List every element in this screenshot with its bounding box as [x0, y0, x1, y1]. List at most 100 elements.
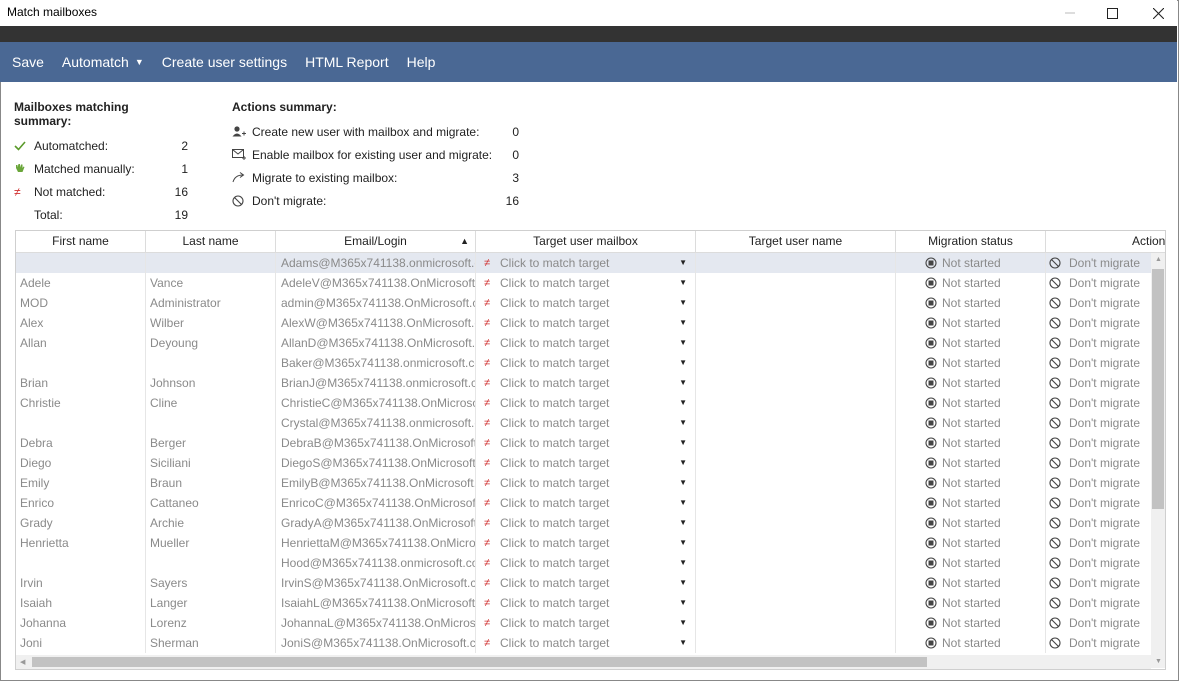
dropdown-arrow-icon[interactable]: ▼ [679, 333, 687, 353]
table-row[interactable]: MOD Administrator admin@M365x741138.OnMicr… [16, 293, 1151, 313]
target-mailbox-dropdown[interactable]: ≠ Click to match target ▼ [476, 533, 696, 553]
target-mailbox-dropdown[interactable]: ≠ Click to match target ▼ [476, 313, 696, 333]
target-mailbox-dropdown[interactable]: ≠ Click to match target ▼ [476, 413, 696, 433]
maximize-button[interactable] [1089, 0, 1135, 26]
column-header-email[interactable]: Email/Login ▲ [276, 231, 476, 252]
target-mailbox-dropdown[interactable]: ≠ Click to match target ▼ [476, 613, 696, 633]
horizontal-scroll-thumb[interactable] [32, 657, 927, 667]
action-cell[interactable]: Don't migrate [1046, 493, 1151, 513]
target-mailbox-dropdown[interactable]: ≠ Click to match target ▼ [476, 433, 696, 453]
column-header-target-name[interactable]: Target user name [696, 231, 896, 252]
target-mailbox-dropdown[interactable]: ≠ Click to match target ▼ [476, 593, 696, 613]
minimize-button[interactable] [1047, 0, 1093, 26]
action-cell[interactable]: Don't migrate [1046, 633, 1151, 653]
action-cell[interactable]: Don't migrate [1046, 313, 1151, 333]
dropdown-arrow-icon[interactable]: ▼ [679, 553, 687, 573]
save-menu[interactable]: Save [12, 54, 44, 70]
create-user-settings-menu[interactable]: Create user settings [162, 54, 287, 70]
table-row[interactable]: Crystal@M365x741138.onmicrosoft.com ≠ Clic… [16, 413, 1151, 433]
automatch-menu[interactable]: Automatch ▼ [62, 54, 144, 70]
table-row[interactable]: Christie Cline ChristieC@M365x741138.OnMic… [16, 393, 1151, 413]
dropdown-arrow-icon[interactable]: ▼ [679, 513, 687, 533]
table-row[interactable]: Grady Archie GradyA@M365x741138.OnMicrosof… [16, 513, 1151, 533]
target-mailbox-dropdown[interactable]: ≠ Click to match target ▼ [476, 293, 696, 313]
table-row[interactable]: Allan Deyoung AllanD@M365x741138.OnMicroso… [16, 333, 1151, 353]
dropdown-arrow-icon[interactable]: ▼ [679, 613, 687, 633]
action-cell[interactable]: Don't migrate [1046, 473, 1151, 493]
dropdown-arrow-icon[interactable]: ▼ [679, 533, 687, 553]
table-row[interactable]: Johanna Lorenz JohannaL@M365x741138.OnMicr… [16, 613, 1151, 633]
target-mailbox-dropdown[interactable]: ≠ Click to match target ▼ [476, 253, 696, 273]
table-row[interactable]: Emily Braun EmilyB@M365x741138.OnMicrosoft… [16, 473, 1151, 493]
target-mailbox-dropdown[interactable]: ≠ Click to match target ▼ [476, 573, 696, 593]
target-mailbox-dropdown[interactable]: ≠ Click to match target ▼ [476, 453, 696, 473]
table-row[interactable]: Debra Berger DebraB@M365x741138.OnMicrosof… [16, 433, 1151, 453]
horizontal-scrollbar[interactable]: ◀ [16, 655, 1151, 669]
action-cell[interactable]: Don't migrate [1046, 433, 1151, 453]
dropdown-arrow-icon[interactable]: ▼ [679, 433, 687, 453]
dropdown-arrow-icon[interactable]: ▼ [679, 273, 687, 293]
table-row[interactable]: Joni Sherman JoniS@M365x741138.OnMicrosoft… [16, 633, 1151, 653]
action-cell[interactable]: Don't migrate [1046, 553, 1151, 573]
table-row[interactable]: Adams@M365x741138.onmicrosoft.com ≠ Click … [16, 253, 1151, 273]
target-mailbox-dropdown[interactable]: ≠ Click to match target ▼ [476, 333, 696, 353]
dropdown-arrow-icon[interactable]: ▼ [679, 293, 687, 313]
action-cell[interactable]: Don't migrate [1046, 573, 1151, 593]
table-row[interactable]: Hood@M365x741138.onmicrosoft.com ≠ Click t… [16, 553, 1151, 573]
target-mailbox-dropdown[interactable]: ≠ Click to match target ▼ [476, 473, 696, 493]
vertical-scroll-thumb[interactable] [1152, 269, 1164, 509]
column-header-last-name[interactable]: Last name [146, 231, 276, 252]
action-cell[interactable]: Don't migrate [1046, 373, 1151, 393]
action-cell[interactable]: Don't migrate [1046, 513, 1151, 533]
action-cell[interactable]: Don't migrate [1046, 533, 1151, 553]
target-mailbox-dropdown[interactable]: ≠ Click to match target ▼ [476, 633, 696, 653]
table-row[interactable]: Irvin Sayers IrvinS@M365x741138.OnMicrosof… [16, 573, 1151, 593]
action-cell[interactable]: Don't migrate [1046, 293, 1151, 313]
action-cell[interactable]: Don't migrate [1046, 453, 1151, 473]
target-mailbox-dropdown[interactable]: ≠ Click to match target ▼ [476, 553, 696, 573]
column-header-target-mailbox[interactable]: Target user mailbox [476, 231, 696, 252]
column-header-action[interactable]: Action [1046, 231, 1165, 252]
help-menu[interactable]: Help [407, 54, 436, 70]
action-cell[interactable]: Don't migrate [1046, 273, 1151, 293]
dropdown-arrow-icon[interactable]: ▼ [679, 633, 687, 653]
action-cell[interactable]: Don't migrate [1046, 613, 1151, 633]
close-button[interactable] [1135, 0, 1179, 26]
table-row[interactable]: Baker@M365x741138.onmicrosoft.com ≠ Click … [16, 353, 1151, 373]
dropdown-arrow-icon[interactable]: ▼ [679, 253, 687, 273]
dropdown-arrow-icon[interactable]: ▼ [679, 493, 687, 513]
dropdown-arrow-icon[interactable]: ▼ [679, 373, 687, 393]
target-mailbox-dropdown[interactable]: ≠ Click to match target ▼ [476, 373, 696, 393]
target-mailbox-dropdown[interactable]: ≠ Click to match target ▼ [476, 493, 696, 513]
scroll-left-icon[interactable]: ◀ [20, 658, 25, 666]
action-cell[interactable]: Don't migrate [1046, 333, 1151, 353]
dropdown-arrow-icon[interactable]: ▼ [679, 393, 687, 413]
dropdown-arrow-icon[interactable]: ▼ [679, 353, 687, 373]
action-cell[interactable]: Don't migrate [1046, 393, 1151, 413]
target-mailbox-dropdown[interactable]: ≠ Click to match target ▼ [476, 513, 696, 533]
table-row[interactable]: Henrietta Mueller HenriettaM@M365x741138.O… [16, 533, 1151, 553]
dropdown-arrow-icon[interactable]: ▼ [679, 573, 687, 593]
dropdown-arrow-icon[interactable]: ▼ [679, 453, 687, 473]
action-cell[interactable]: Don't migrate [1046, 353, 1151, 373]
dropdown-arrow-icon[interactable]: ▼ [679, 313, 687, 333]
action-cell[interactable]: Don't migrate [1046, 413, 1151, 433]
table-row[interactable]: Brian Johnson BrianJ@M365x741138.onmicroso… [16, 373, 1151, 393]
dropdown-arrow-icon[interactable]: ▼ [679, 473, 687, 493]
column-header-status[interactable]: Migration status [896, 231, 1046, 252]
table-row[interactable]: Diego Siciliani DiegoS@M365x741138.OnMicro… [16, 453, 1151, 473]
scroll-up-icon[interactable]: ▲ [1155, 256, 1162, 263]
html-report-menu[interactable]: HTML Report [305, 54, 389, 70]
column-header-first-name[interactable]: First name [16, 231, 146, 252]
table-row[interactable]: Isaiah Langer IsaiahL@M365x741138.OnMicros… [16, 593, 1151, 613]
target-mailbox-dropdown[interactable]: ≠ Click to match target ▼ [476, 273, 696, 293]
scroll-down-icon[interactable]: ▼ [1155, 658, 1162, 665]
table-row[interactable]: Enrico Cattaneo EnricoC@M365x741138.OnMicr… [16, 493, 1151, 513]
vertical-scrollbar[interactable]: ▲ ▼ [1151, 253, 1165, 668]
dropdown-arrow-icon[interactable]: ▼ [679, 593, 687, 613]
target-mailbox-dropdown[interactable]: ≠ Click to match target ▼ [476, 393, 696, 413]
dropdown-arrow-icon[interactable]: ▼ [679, 413, 687, 433]
table-row[interactable]: Adele Vance AdeleV@M365x741138.OnMicrosoft… [16, 273, 1151, 293]
target-mailbox-dropdown[interactable]: ≠ Click to match target ▼ [476, 353, 696, 373]
action-cell[interactable]: Don't migrate [1046, 253, 1151, 273]
